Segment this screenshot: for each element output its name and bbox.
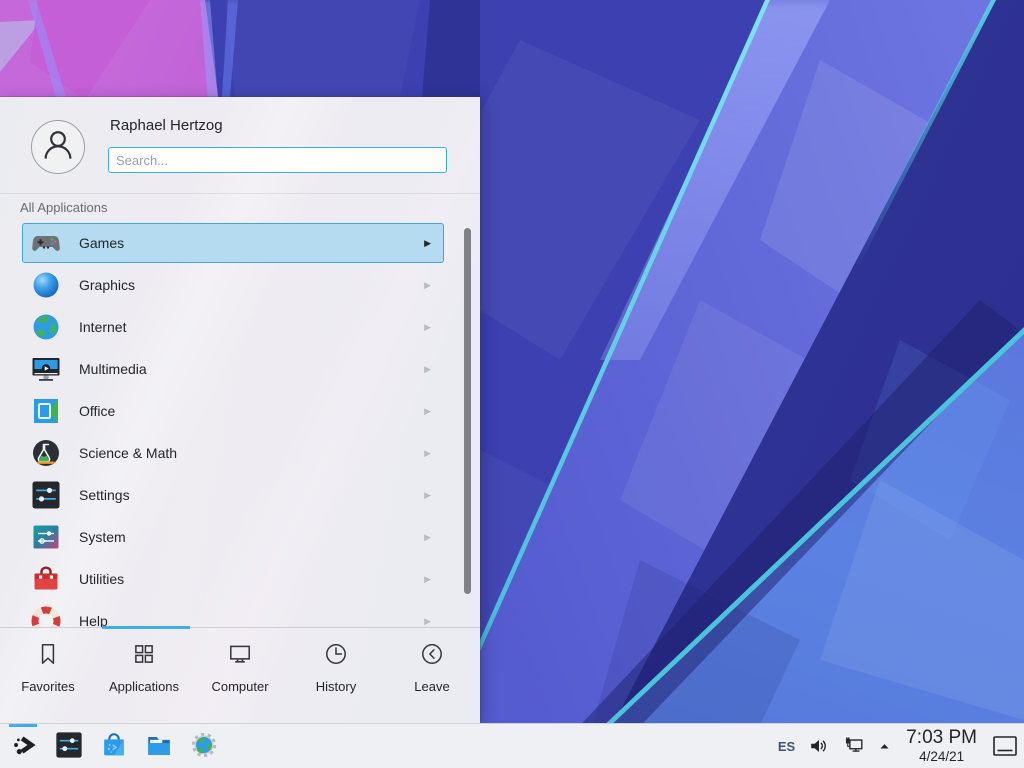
monitor-icon (227, 641, 253, 672)
globe-icon (30, 311, 62, 343)
category-office[interactable]: Office ▶ (22, 391, 444, 431)
submenu-arrow-icon: ▶ (424, 364, 431, 375)
submenu-arrow-icon: ▶ (424, 406, 431, 417)
header-divider (0, 193, 480, 194)
tab-computer[interactable]: Computer (192, 628, 288, 723)
taskbar-button-discover[interactable] (98, 730, 130, 762)
category-utilities[interactable]: Utilities ▶ (22, 559, 444, 599)
category-list: Games ▶ Graphics ▶ Internet ▶ Multimedia… (0, 223, 480, 628)
tab-leave[interactable]: Leave (384, 628, 480, 723)
submenu-arrow-icon: ▶ (424, 448, 431, 459)
help-icon (30, 605, 62, 628)
category-settings[interactable]: Settings ▶ (22, 475, 444, 515)
multimedia-icon (30, 353, 62, 385)
taskbar: ES 7:03 PM 4/24/21 (0, 723, 1024, 768)
desktop: Raphael Hertzog All Applications Games ▶… (0, 0, 1024, 768)
submenu-arrow-icon: ▶ (424, 280, 431, 291)
submenu-arrow-icon: ▶ (424, 532, 431, 543)
system-settings-icon (54, 730, 84, 763)
user-icon (35, 122, 81, 173)
leave-icon (419, 641, 445, 672)
dolphin-icon (144, 730, 174, 763)
tab-applications[interactable]: Applications (96, 628, 192, 723)
category-science-math[interactable]: Science & Math ▶ (22, 433, 444, 473)
system-tray: ES 7:03 PM 4/24/21 (778, 728, 1018, 764)
submenu-arrow-icon: ▶ (424, 322, 431, 333)
office-icon (30, 395, 62, 427)
list-scrollbar[interactable] (464, 228, 471, 594)
discover-icon (99, 730, 129, 763)
taskbar-button-web-browser[interactable] (188, 730, 220, 762)
section-label: All Applications (20, 200, 107, 215)
category-graphics[interactable]: Graphics ▶ (22, 265, 444, 305)
submenu-arrow-icon: ▶ (424, 490, 431, 501)
system-icon (30, 521, 62, 553)
clock-icon (323, 641, 349, 672)
taskbar-button-file-manager[interactable] (143, 730, 175, 762)
tab-history[interactable]: History (288, 628, 384, 723)
keyboard-layout-indicator[interactable]: ES (778, 739, 795, 754)
gamepad-icon (30, 227, 62, 259)
category-system[interactable]: System ▶ (22, 517, 444, 557)
show-desktop-button[interactable] (992, 734, 1018, 758)
category-internet[interactable]: Internet ▶ (22, 307, 444, 347)
utilities-icon (30, 563, 62, 595)
science-icon (30, 437, 62, 469)
digital-clock[interactable]: 7:03 PM 4/24/21 (906, 728, 977, 764)
application-launcher-popup: Raphael Hertzog All Applications Games ▶… (0, 97, 480, 723)
kickoff-icon (9, 730, 39, 763)
category-help[interactable]: Help ▶ (22, 601, 444, 628)
active-task-indicator (9, 724, 37, 727)
search-input[interactable] (108, 147, 447, 173)
clock-date: 4/24/21 (906, 750, 977, 764)
settings-icon (30, 479, 62, 511)
submenu-arrow-icon: ▶ (424, 238, 431, 249)
submenu-arrow-icon: ▶ (424, 616, 431, 627)
expand-tray-caret-icon[interactable] (878, 740, 891, 753)
user-name: Raphael Hertzog (110, 117, 223, 134)
network-icon[interactable] (843, 735, 865, 757)
taskbar-button-system-settings[interactable] (53, 730, 85, 762)
user-avatar[interactable] (31, 120, 85, 174)
launcher-tab-bar: Favorites Applications Computer History … (0, 628, 480, 723)
taskbar-button-application-launcher[interactable] (8, 730, 40, 762)
category-games[interactable]: Games ▶ (22, 223, 444, 263)
browser-icon (189, 730, 219, 763)
graphics-icon (30, 269, 62, 301)
category-multimedia[interactable]: Multimedia ▶ (22, 349, 444, 389)
clock-time: 7:03 PM (906, 728, 977, 747)
bookmark-icon (35, 641, 61, 672)
grid-icon (131, 641, 157, 672)
submenu-arrow-icon: ▶ (424, 574, 431, 585)
tab-favorites[interactable]: Favorites (0, 628, 96, 723)
volume-icon[interactable] (808, 735, 830, 757)
